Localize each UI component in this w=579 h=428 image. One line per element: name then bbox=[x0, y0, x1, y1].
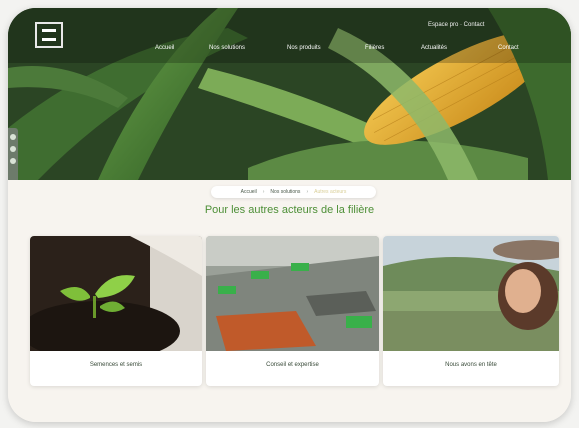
nav-item-filieres[interactable]: Filières bbox=[365, 45, 384, 51]
nav-item-accueil[interactable]: Accueil bbox=[155, 45, 174, 51]
logo-mark bbox=[42, 29, 56, 41]
card-label: Conseil et expertise bbox=[266, 362, 319, 368]
breadcrumb-item-home[interactable]: Accueil bbox=[241, 189, 257, 195]
main-nav: Accueil Nos solutions Nos produits Filiè… bbox=[143, 45, 543, 57]
card-image-lab bbox=[206, 236, 379, 351]
hero-banner: Espace pro · Contact Accueil Nos solutio… bbox=[8, 8, 571, 180]
side-tab-icon bbox=[10, 134, 16, 140]
hero-image bbox=[8, 8, 571, 180]
card-image-field bbox=[383, 236, 559, 351]
nav-item-actualites[interactable]: Actualités bbox=[421, 45, 447, 51]
nav-item-solutions[interactable]: Nos solutions bbox=[209, 45, 245, 51]
card-label: Nous avons en tête bbox=[445, 362, 497, 368]
breadcrumb-item-current: Autres acteurs bbox=[314, 189, 347, 195]
side-tab-icon bbox=[10, 158, 16, 164]
side-tab-icon bbox=[10, 146, 16, 152]
content-section: Accueil › Nos solutions › Autres acteurs… bbox=[8, 180, 571, 422]
breadcrumb-separator: › bbox=[262, 189, 265, 195]
card-label: Semences et semis bbox=[89, 362, 143, 368]
nav-item-produits[interactable]: Nos produits bbox=[287, 45, 321, 51]
page-frame: Espace pro · Contact Accueil Nos solutio… bbox=[8, 8, 571, 422]
logo-icon[interactable] bbox=[35, 22, 63, 48]
breadcrumb-item-solutions[interactable]: Nos solutions bbox=[270, 189, 300, 195]
top-link[interactable]: Espace pro · Contact bbox=[428, 22, 484, 28]
card-conseil[interactable]: Conseil et expertise bbox=[206, 236, 379, 386]
breadcrumb: Accueil › Nos solutions › Autres acteurs bbox=[211, 186, 376, 198]
card-image-seedlings bbox=[30, 236, 202, 351]
side-feedback-tab[interactable] bbox=[8, 128, 18, 180]
breadcrumb-separator: › bbox=[306, 189, 309, 195]
card-grid: Semences et semis Conseil et expertise N… bbox=[30, 236, 559, 386]
card-nous[interactable]: Nous avons en tête bbox=[383, 236, 559, 386]
nav-item-contact[interactable]: Contact bbox=[498, 45, 519, 51]
page-title: Pour les autres acteurs de la filière bbox=[204, 204, 375, 216]
card-semences[interactable]: Semences et semis bbox=[30, 236, 202, 386]
